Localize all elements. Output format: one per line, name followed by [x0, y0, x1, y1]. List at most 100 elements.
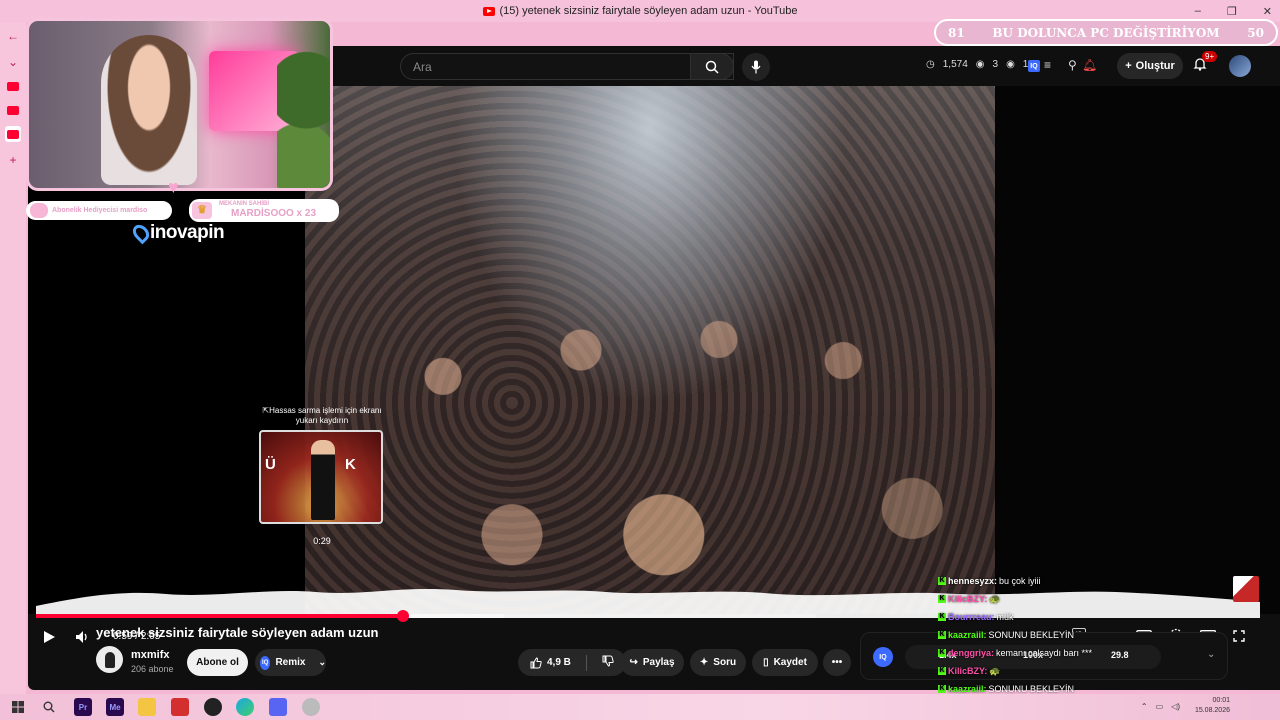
stat-a: 3	[992, 59, 999, 70]
volume-icon	[76, 631, 87, 643]
create-button[interactable]: + Oluştur	[1117, 53, 1183, 79]
network-icon: ▭	[1155, 702, 1164, 711]
gift-sub-badge: Abonelik Hediyecisi mardiso	[26, 201, 172, 220]
clock-icon: ◷	[926, 59, 935, 70]
heart-icon: ♥	[168, 177, 179, 197]
fullscreen-button[interactable]	[1233, 629, 1245, 647]
plus-icon[interactable]: +	[5, 152, 21, 168]
taskbar-clock[interactable]: 00:01 15.08.2026	[1195, 696, 1230, 716]
divider	[585, 654, 587, 671]
video-black-bar	[995, 86, 1280, 614]
chat-message: Kkaazraiil: SONUNU BEKLEYİN	[938, 630, 1075, 640]
media-encoder-icon[interactable]: Me	[106, 698, 124, 716]
preview-letter: K	[345, 456, 356, 473]
chevron-down-icon: ⌄	[318, 657, 326, 667]
goal-text: BU DOLUNCA PC DEĞİŞTİRİYOM	[992, 25, 1220, 40]
crown-icon: ♛	[192, 202, 212, 219]
heart-badge-icon	[30, 203, 48, 218]
browser-sidebar: ← ⌄ +	[0, 22, 26, 694]
channel-watermark[interactable]	[1233, 576, 1259, 602]
seek-tip: ⇱Hassas sarma işlemi için ekranı yukarı …	[262, 406, 382, 425]
play-icon	[44, 631, 55, 643]
account-avatar[interactable]	[1229, 55, 1251, 77]
top-supporter-name: MARDİSOOO x 23	[231, 208, 317, 219]
chat-overlay: Khennesyzx: bu çok iyiii K KilicBZY: 🐢 K Bou…	[938, 572, 1158, 698]
youtube-tab-icon[interactable]	[5, 78, 21, 94]
more-actions-button[interactable]: •••	[823, 649, 851, 676]
close-button[interactable]: ✕	[1263, 5, 1272, 18]
alert-bell-icon[interactable]: 🔔︎	[1082, 58, 1097, 72]
top-supporter-title: MEKANIN SAHİBİ	[219, 201, 270, 207]
chevron-down-icon[interactable]: ⌄	[5, 54, 21, 70]
kick-badge-icon: K	[938, 577, 946, 585]
maximize-button[interactable]: ❐	[1227, 5, 1237, 18]
kick-badge-icon: K	[938, 595, 946, 603]
clock-date: 15.08.2026	[1194, 707, 1230, 714]
premiere-pro-icon[interactable]: Pr	[74, 698, 92, 716]
iq-icon: IQ	[260, 655, 271, 670]
ask-label: Soru	[713, 657, 737, 668]
obs-icon[interactable]	[204, 698, 222, 716]
dislike-button[interactable]	[602, 655, 614, 670]
kick-badge-icon: K	[938, 613, 946, 621]
chat-message: K KilicBZY: 🐢	[938, 594, 1001, 604]
minimize-button[interactable]: –	[1195, 5, 1201, 17]
youtube-tab-icon[interactable]	[5, 126, 21, 142]
search-icon	[705, 60, 719, 74]
search-button[interactable]	[690, 53, 734, 80]
search-input[interactable]: Ara	[400, 53, 734, 80]
channel-name[interactable]: mxmifx	[131, 649, 170, 661]
play-button[interactable]	[42, 630, 56, 649]
windows-start-icon[interactable]	[9, 698, 27, 716]
chat-message: Khennesyzx: bu çok iyiii	[938, 576, 1041, 586]
notification-count-badge: 9+	[1202, 51, 1218, 62]
window-title: (15) yetenek sizsiniz fairytale söyleyen…	[499, 5, 798, 17]
extension-stats: ◷1,574 ◉3 ◉139	[926, 59, 1039, 70]
system-tray[interactable]: ⌃ ▭ ◁)	[1141, 702, 1180, 711]
microphone-icon	[751, 60, 761, 74]
plus-icon: +	[1125, 60, 1132, 72]
stat-time: 1,574	[942, 59, 968, 70]
subscriber-count: 206 abone	[131, 664, 174, 674]
youtube-tab-icon[interactable]	[5, 102, 21, 118]
voice-search-button[interactable]	[742, 53, 770, 81]
ask-button[interactable]: ✦ Soru	[690, 649, 746, 676]
clock-time: 00:01	[1212, 697, 1230, 704]
channel-avatar[interactable]	[96, 646, 123, 673]
extension-icon[interactable]: ⚲	[1068, 58, 1077, 72]
top-supporter-badge: ♛ MEKANIN SAHİBİ MARDİSOOO x 23	[189, 199, 339, 222]
location-pin-icon	[129, 221, 153, 245]
discord-icon[interactable]	[269, 698, 287, 716]
file-explorer-icon[interactable]	[138, 698, 156, 716]
video-frame	[305, 86, 995, 614]
like-button[interactable]: 4,9 B	[530, 656, 571, 669]
save-button[interactable]: ▯ Kaydet	[752, 649, 818, 676]
played-bar	[36, 614, 403, 618]
streamer-webcam	[26, 18, 333, 191]
chevron-down-icon[interactable]: ⌄	[1207, 649, 1215, 660]
create-label: Oluştur	[1135, 60, 1175, 72]
back-arrow-icon[interactable]: ←	[5, 28, 21, 44]
scrubber-handle[interactable]	[396, 610, 409, 622]
kick-badge-icon: K	[938, 649, 946, 657]
subscribe-button[interactable]: Abone ol	[187, 649, 248, 676]
iq-extension-icon[interactable]: IQ	[1028, 60, 1040, 72]
chevron-up-icon: ⌃	[1140, 702, 1148, 711]
remix-button[interactable]: IQ Remix ⌄	[255, 649, 326, 676]
menu-lines-icon[interactable]: ≡	[1044, 58, 1051, 72]
app-red-icon[interactable]	[171, 698, 189, 716]
volume-button[interactable]	[75, 630, 91, 649]
progress-bar[interactable]	[36, 610, 816, 622]
goal-target: 50	[1247, 25, 1264, 40]
app-gray-icon[interactable]	[302, 698, 320, 716]
search-icon[interactable]	[40, 698, 58, 716]
youtube-favicon-icon	[482, 6, 495, 16]
edge-browser-icon[interactable]	[236, 698, 254, 716]
kick-badge-icon: K	[938, 667, 946, 675]
share-button[interactable]: ↪ Paylaş	[620, 649, 684, 676]
thumbs-down-icon	[602, 655, 614, 667]
goal-current: 81	[948, 25, 965, 40]
thumbs-up-icon	[530, 656, 542, 668]
iq-logo-icon: IQ	[873, 647, 893, 667]
more-dots-icon: •••	[831, 657, 843, 668]
